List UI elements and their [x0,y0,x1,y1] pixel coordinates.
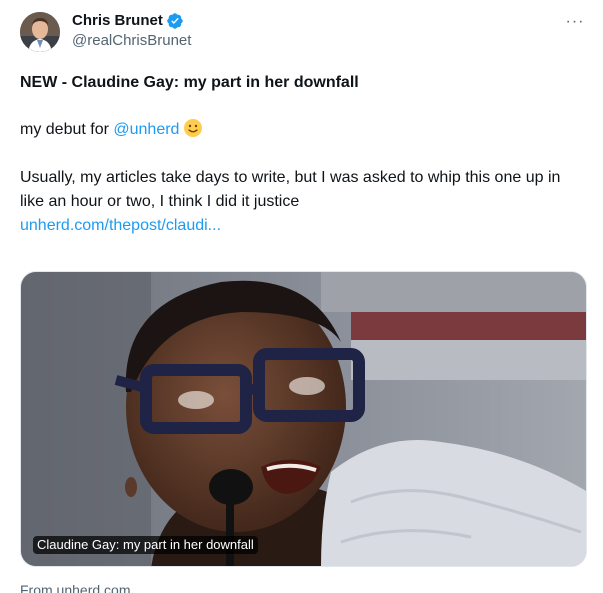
link-card[interactable]: Claudine Gay: my part in her downfall [20,271,587,567]
tweet-paragraph: Usually, my articles take days to write,… [20,169,561,210]
tweet-body: my debut for @unherd Usually, my article… [20,118,587,238]
article-link[interactable]: unherd.com/thepost/claudi... [20,217,221,234]
author-handle[interactable]: @realChrisBrunet [72,31,191,51]
mention-link[interactable]: @unherd [113,121,179,138]
card-image [21,272,586,566]
card-source[interactable]: From unherd.com [20,581,130,593]
tweet-title: NEW - Claudine Gay: my part in her downf… [20,74,359,91]
avatar-image [20,12,60,52]
author-names: Chris Brunet @realChrisBrunet [72,10,191,51]
avatar[interactable] [20,12,60,52]
more-options-button[interactable]: ··· [563,12,587,32]
more-icon: ··· [565,13,585,30]
verified-badge-icon[interactable] [166,12,184,30]
link-row: unherd.com/thepost/claudi... [20,214,587,238]
debut-line: my debut for @unherd [20,118,587,142]
slightly-smiling-face-icon [183,118,203,138]
debut-text: my debut for [20,121,114,138]
name-row: Chris Brunet [72,11,191,31]
tweet-header: Chris Brunet @realChrisBrunet ··· [20,10,587,54]
tweet: Chris Brunet @realChrisBrunet ··· NEW - … [0,0,603,593]
display-name[interactable]: Chris Brunet [72,11,163,31]
card-caption: Claudine Gay: my part in her downfall [33,536,258,554]
